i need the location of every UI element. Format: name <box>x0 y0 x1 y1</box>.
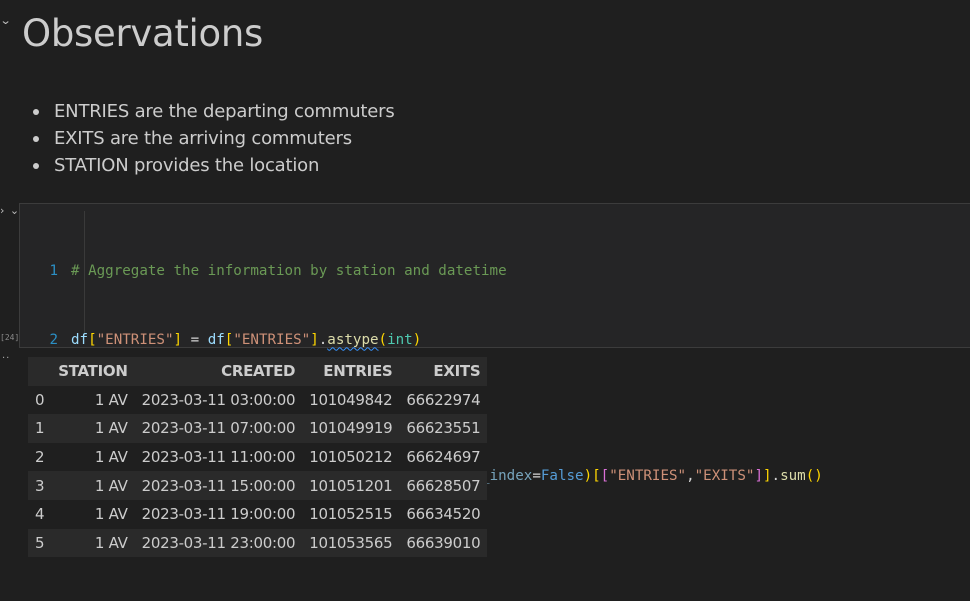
cell-entries: 101049842 <box>309 390 393 409</box>
cell-entries: 101051201 <box>309 476 393 495</box>
column-header-index <box>28 357 51 386</box>
column-header-exits: EXITS <box>433 362 481 381</box>
bullet-item: EXITS are the arriving commuters <box>26 125 395 152</box>
dataframe-output-table: STATION CREATED ENTRIES EXITS 0 1 AV 202… <box>28 357 488 558</box>
cell-station: 1 AV <box>94 419 128 438</box>
cell-station: 1 AV <box>94 505 128 524</box>
markdown-cell[interactable]: ⌄ Observations ENTRIES are the departing… <box>0 0 970 200</box>
cell-exits: 66634520 <box>406 505 481 524</box>
table-row: 4 1 AV 2023-03-11 19:00:00 101052515 666… <box>28 499 488 529</box>
cell-created: 2023-03-11 11:00:00 <box>141 448 296 467</box>
cell-station: 1 AV <box>94 533 128 552</box>
table-row: 5 1 AV 2023-03-11 23:00:00 101053565 666… <box>28 528 488 558</box>
cell-created: 2023-03-11 15:00:00 <box>141 476 296 495</box>
code-cell-editor[interactable]: 1 # Aggregate the information by station… <box>19 203 970 552</box>
cell-created: 2023-03-11 03:00:00 <box>141 390 296 409</box>
row-index: 1 <box>35 419 45 438</box>
cell-exits: 66623551 <box>406 419 481 438</box>
cell-created: 2023-03-11 07:00:00 <box>141 419 296 438</box>
table-row: 3 1 AV 2023-03-11 15:00:00 101051201 666… <box>28 471 488 500</box>
ellipsis-icon[interactable]: ·· <box>2 353 10 364</box>
chevron-down-icon[interactable]: ⌄ <box>0 14 12 27</box>
code-line: 2 df["ENTRIES"] = df["ENTRIES"].astype(i… <box>20 329 823 352</box>
table-row: 2 1 AV 2023-03-11 11:00:00 101050212 666… <box>28 442 488 472</box>
cell-exits: 66622974 <box>406 390 481 409</box>
cell-entries: 101049919 <box>309 419 393 438</box>
cell-entries: 101050212 <box>309 448 393 467</box>
table-row: 1 1 AV 2023-03-11 07:00:00 101049919 666… <box>28 414 488 443</box>
markdown-heading: Observations <box>22 12 263 55</box>
cell-created: 2023-03-11 23:00:00 <box>141 533 296 552</box>
run-arrow-icon[interactable]: › <box>0 204 4 217</box>
row-index: 2 <box>35 448 45 467</box>
cell-gutter: › ⌄ <box>0 204 19 217</box>
column-header-created: CREATED <box>221 362 296 381</box>
cell-entries: 101053565 <box>309 533 393 552</box>
code-text: # Aggregate the information by station a… <box>71 263 507 280</box>
cell-created: 2023-03-11 19:00:00 <box>141 505 296 524</box>
column-header-entries: ENTRIES <box>323 362 393 381</box>
row-index: 4 <box>35 505 45 524</box>
execution-count: [24] <box>0 333 20 342</box>
table-header-row: STATION CREATED ENTRIES EXITS <box>28 357 488 386</box>
row-index: 0 <box>35 390 45 409</box>
line-number: 2 <box>49 331 58 348</box>
markdown-bullet-list: ENTRIES are the departing commuters EXIT… <box>26 98 395 179</box>
cell-station: 1 AV <box>94 390 128 409</box>
code-text: df["ENTRIES"] = df["ENTRIES"].astype(int… <box>71 331 422 348</box>
code-line: 1 # Aggregate the information by station… <box>20 260 823 283</box>
bullet-item: ENTRIES are the departing commuters <box>26 98 395 125</box>
cell-exits: 66628507 <box>406 476 481 495</box>
column-header-station: STATION <box>58 362 128 381</box>
bullet-item: STATION provides the location <box>26 152 395 179</box>
line-number: 1 <box>49 263 58 280</box>
cell-exits: 66624697 <box>406 448 481 467</box>
table-row: 0 1 AV 2023-03-11 03:00:00 101049842 666… <box>28 385 488 415</box>
cell-entries: 101052515 <box>309 505 393 524</box>
cell-station: 1 AV <box>94 476 128 495</box>
chevron-down-icon[interactable]: ⌄ <box>10 204 19 217</box>
row-index: 3 <box>35 476 45 495</box>
cell-station: 1 AV <box>94 448 128 467</box>
row-index: 5 <box>35 533 45 552</box>
cell-exits: 66639010 <box>406 533 481 552</box>
